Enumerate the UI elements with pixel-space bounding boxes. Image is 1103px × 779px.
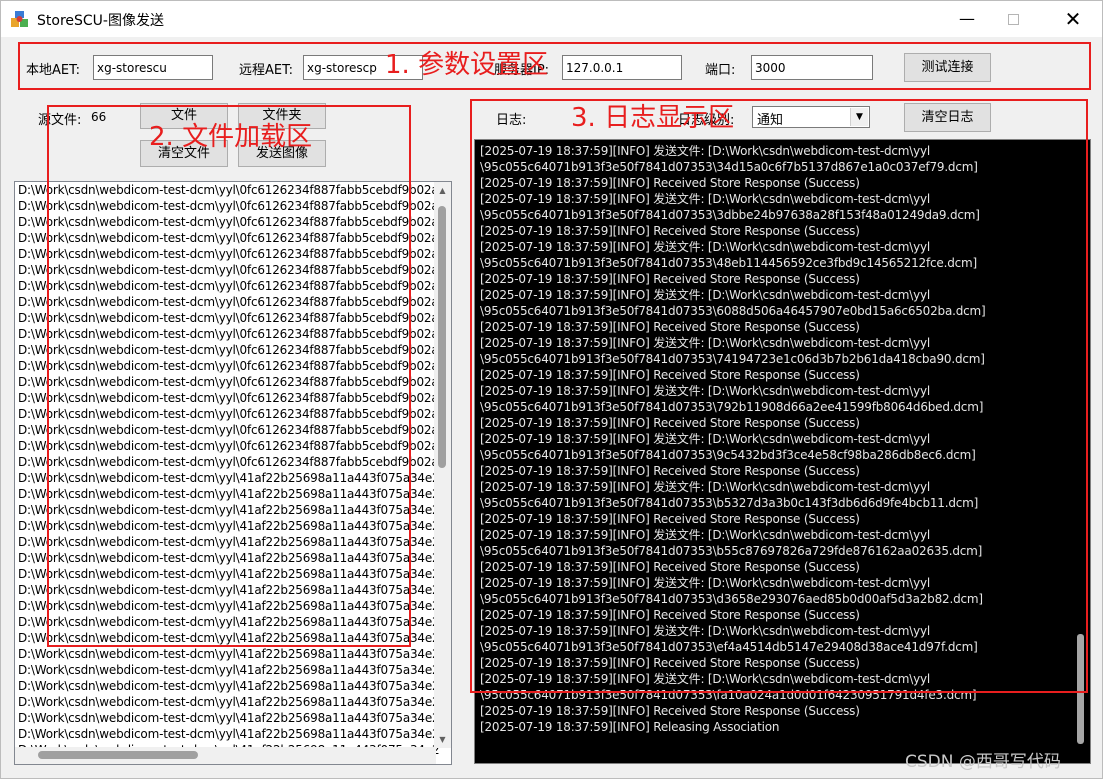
log-line: [2025-07-19 18:37:59][INFO] Releasing As… (480, 720, 780, 734)
watermark: CSDN @西哥写代码 (905, 752, 1061, 772)
log-line: [2025-07-19 18:37:59][INFO] Received Sto… (480, 704, 860, 718)
file-list-item[interactable]: D:\Work\csdn\webdicom-test-dcm\yyl\41af2… (15, 678, 451, 694)
scroll-down-icon[interactable]: ▼ (434, 731, 451, 748)
maximize-icon (1007, 14, 1019, 25)
file-list-item[interactable]: D:\Work\csdn\webdicom-test-dcm\yyl\41af2… (15, 662, 451, 678)
maximize-button[interactable] (990, 1, 1036, 37)
file-list-item[interactable]: D:\Work\csdn\webdicom-test-dcm\yyl\41af2… (15, 694, 451, 710)
file-list-vertical-scrollbar[interactable]: ▲ ▼ (434, 182, 451, 748)
minimize-icon: — (959, 9, 975, 28)
file-list-item[interactable]: D:\Work\csdn\webdicom-test-dcm\yyl\41af2… (15, 710, 451, 726)
app-window: StoreSCU-图像发送 — ✕ 本地AET: 远程AET: 服务器IP: 端… (0, 0, 1103, 779)
minimize-button[interactable]: — (944, 1, 990, 37)
file-list-item[interactable]: D:\Work\csdn\webdicom-test-dcm\yyl\41af2… (15, 646, 451, 662)
title-bar: StoreSCU-图像发送 — ✕ (1, 1, 1102, 37)
scroll-up-icon[interactable]: ▲ (434, 182, 451, 199)
app-icon (11, 11, 28, 27)
annotation-label-files: 2. 文件加载区 (149, 122, 313, 152)
annotation-box-files (47, 105, 411, 647)
scroll-thumb[interactable] (438, 206, 446, 468)
annotation-label-log: 3. 日志显示区 (571, 103, 735, 133)
close-button[interactable]: ✕ (1050, 1, 1096, 37)
annotation-box-params (18, 42, 1091, 90)
window-title: StoreSCU-图像发送 (37, 13, 164, 29)
close-icon: ✕ (1064, 7, 1082, 31)
annotation-label-params: 1. 参数设置区 (385, 50, 549, 80)
horizontal-scroll-thumb[interactable] (38, 751, 198, 759)
annotation-box-log (470, 99, 1088, 693)
file-list-item[interactable]: D:\Work\csdn\webdicom-test-dcm\yyl\41af2… (15, 726, 451, 742)
file-list-horizontal-scrollbar[interactable] (15, 747, 436, 764)
